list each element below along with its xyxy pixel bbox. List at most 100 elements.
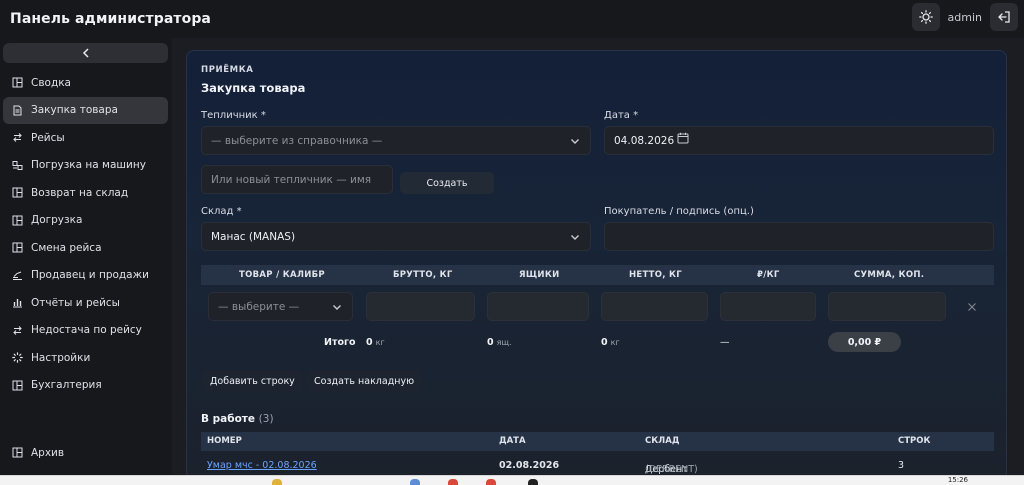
column-header: НОМЕР <box>207 436 242 446</box>
total-gross-unit: кг <box>375 338 385 347</box>
sidebar: Сводка Закупка товара Рейсы Погрузка на … <box>0 38 172 475</box>
sidebar-item-trip-change[interactable]: Смена рейса <box>3 234 168 262</box>
invoice-lines: 3 <box>898 460 905 471</box>
gross-weight-input[interactable] <box>366 292 475 321</box>
sidebar-item-label: Бухгалтерия <box>31 379 102 392</box>
sidebar-item-reload[interactable]: Догрузка <box>3 207 168 235</box>
scale-icon <box>12 270 23 281</box>
warehouse-select[interactable]: Манас (MANAS) <box>201 222 591 251</box>
sidebar-collapse-button[interactable] <box>3 43 168 63</box>
truck-load-icon <box>12 160 23 171</box>
add-row-button[interactable]: Добавить строку <box>203 370 302 392</box>
taskbar-app-icon[interactable] <box>410 479 420 485</box>
buyer-input[interactable] <box>604 222 994 251</box>
sidebar-item-label: Погрузка на машину <box>31 159 146 172</box>
column-header: СКЛАД <box>645 436 680 446</box>
sidebar-item-return[interactable]: Возврат на склад <box>3 179 168 207</box>
date-input[interactable]: 04.08.2026 <box>604 126 994 155</box>
sidebar-item-label: Рейсы <box>31 131 65 144</box>
top-right-controls: admin <box>911 3 1018 31</box>
sidebar-item-label: Недостача по рейсу <box>31 324 142 337</box>
taskbar-app-icon[interactable] <box>528 479 538 485</box>
chevron-down-icon <box>571 139 579 144</box>
boxes-input[interactable] <box>487 292 589 321</box>
chevron-down-icon <box>571 235 579 240</box>
buyer-label: Покупатель / подпись (опц.) <box>604 206 754 217</box>
total-label-text: Итого <box>324 337 356 348</box>
price-per-kg-input[interactable] <box>720 292 816 321</box>
greenhouse-label: Тепличник * <box>201 110 266 121</box>
sidebar-item-label: Догрузка <box>31 214 83 227</box>
sum-input[interactable] <box>828 292 946 321</box>
invoice-number-link[interactable]: Умар мчс - 02.08.2026 <box>207 460 317 471</box>
sidebar-item-label: Архив <box>31 446 65 459</box>
logout-button[interactable] <box>990 3 1018 31</box>
section-eyebrow: ПРИЁМКА <box>201 65 254 75</box>
total-boxes-unit: ящ. <box>496 338 512 347</box>
purchase-card: ПРИЁМКА Закупка товара Тепличник * — выб… <box>186 50 1007 480</box>
sidebar-item-loading[interactable]: Погрузка на машину <box>3 152 168 180</box>
new-greenhouse-input[interactable]: Или новый тепличник — имя <box>201 165 393 194</box>
bar-chart-icon <box>12 297 23 308</box>
sidebar-item-settings[interactable]: Настройки <box>3 344 168 372</box>
invoice-date: 02.08.2026 <box>499 460 560 471</box>
column-header: НЕТТО, КГ <box>629 270 682 280</box>
sidebar-item-accounting[interactable]: Бухгалтерия <box>3 372 168 400</box>
layout-icon <box>12 447 23 458</box>
sidebar-item-shortage[interactable]: Недостача по рейсу <box>3 317 168 345</box>
sidebar-archive-section: Архив <box>3 439 168 467</box>
sidebar-item-sales[interactable]: Продавец и продажи <box>3 262 168 290</box>
sidebar-item-purchase[interactable]: Закупка товара <box>3 96 168 124</box>
total-sum-badge: 0,00 ₽ <box>828 332 901 352</box>
settings-icon <box>12 352 23 364</box>
sidebar-item-archive[interactable]: Архив <box>3 439 168 467</box>
sidebar-item-summary[interactable]: Сводка <box>3 69 168 97</box>
total-gross: 0 кг <box>366 337 385 348</box>
greenhouse-select[interactable]: — выберите из справочника — <box>201 126 591 155</box>
sidebar-item-label: Отчёты и рейсы <box>31 296 120 309</box>
sidebar-item-label: Смена рейса <box>31 241 102 254</box>
close-icon[interactable] <box>967 302 977 312</box>
total-label: Итого <box>324 337 355 348</box>
create-invoice-button[interactable]: Создать накладную <box>307 370 422 392</box>
total-boxes-value: 0 <box>487 337 494 348</box>
in-work-title-text: В работе <box>201 413 256 425</box>
sidebar-item-label: Закупка товара <box>31 104 118 117</box>
taskbar-app-icon[interactable] <box>448 479 458 485</box>
logout-icon <box>998 11 1010 23</box>
page-title: Закупка товара <box>201 81 306 95</box>
net-weight-input[interactable] <box>601 292 708 321</box>
taskbar-app-icon[interactable] <box>486 479 496 485</box>
top-bar: Панель администратора admin <box>0 0 1024 38</box>
sun-icon <box>918 10 933 24</box>
column-header: ₽/КГ <box>757 270 780 280</box>
total-net-value: 0 <box>601 337 608 348</box>
taskbar-app-icon[interactable] <box>272 479 282 485</box>
theme-toggle-button[interactable] <box>911 3 940 31</box>
warehouse-label: Склад * <box>201 206 242 217</box>
in-work-title: В работе (3) <box>201 413 274 425</box>
invoice-warehouse-code: (DERBENT) <box>645 464 698 475</box>
sidebar-item-label: Возврат на склад <box>31 186 129 199</box>
product-select-placeholder: — выберите — <box>218 300 300 313</box>
sidebar-item-reports[interactable]: Отчёты и рейсы <box>3 289 168 317</box>
total-boxes: 0 ящ. <box>487 337 512 348</box>
column-header: ТОВАР / КАЛИБР <box>239 270 325 280</box>
sidebar-item-label: Продавец и продажи <box>31 269 149 282</box>
product-select[interactable]: — выберите — <box>208 292 353 321</box>
column-header: ДАТА <box>499 436 526 446</box>
create-greenhouse-button[interactable]: Создать <box>400 172 494 194</box>
os-taskbar: 15:26 <box>0 475 1024 485</box>
in-work-count: (3) <box>258 413 274 425</box>
total-price: — <box>720 337 730 348</box>
user-name: admin <box>947 10 982 24</box>
document-icon <box>12 105 23 116</box>
swap-icon <box>12 132 23 143</box>
layout-icon <box>12 215 23 226</box>
greenhouse-select-placeholder: — выберите из справочника — <box>211 134 383 147</box>
column-header: СУММА, КОП. <box>854 270 925 280</box>
column-header: ЯЩИКИ <box>519 270 560 280</box>
table-row[interactable]: Умар мчс - 02.08.2026 02.08.2026 Дербент… <box>201 456 994 476</box>
column-header: СТРОК <box>898 436 931 446</box>
sidebar-item-trips[interactable]: Рейсы <box>3 124 168 152</box>
